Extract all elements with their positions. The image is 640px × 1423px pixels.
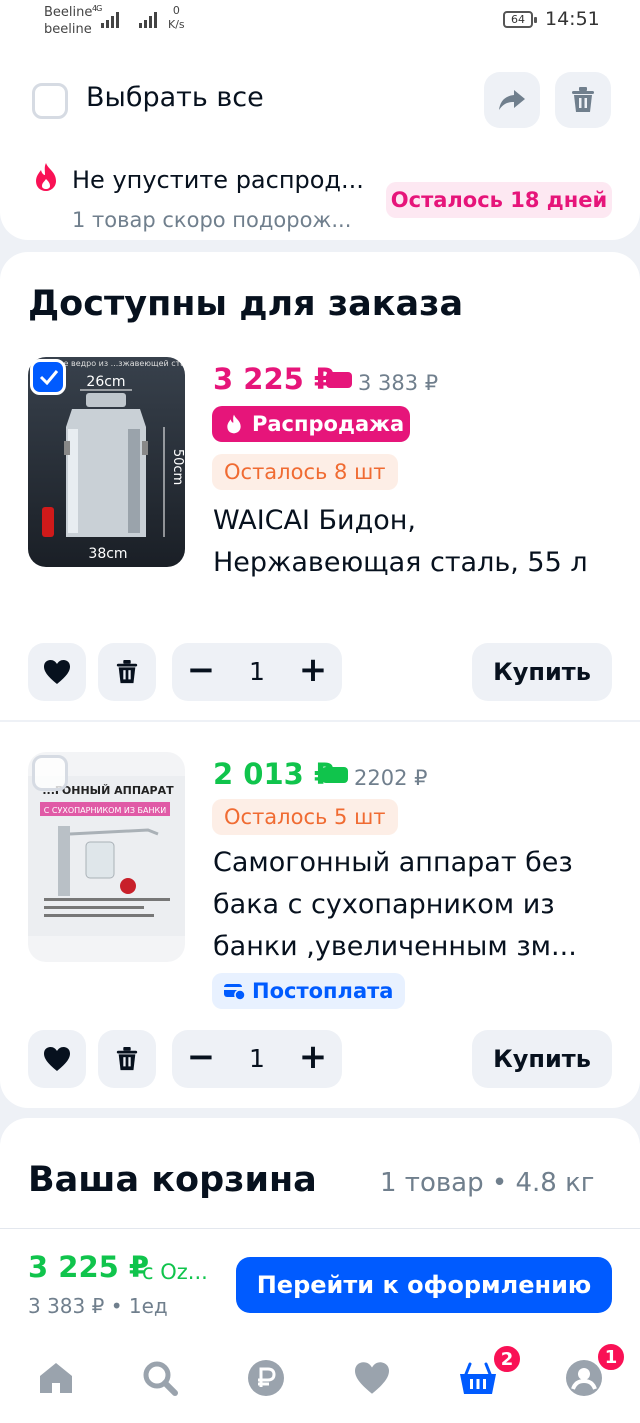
cart-title: Ваша корзина <box>28 1160 317 1200</box>
promo-title[interactable]: Не упустите распрод... <box>72 166 364 194</box>
fire-icon <box>227 414 241 434</box>
cart-icon <box>460 1362 496 1394</box>
image-base: 38cm <box>88 546 127 562</box>
ozon-card-icon <box>326 372 352 388</box>
decrease-button[interactable]: − <box>186 1030 216 1088</box>
trash-icon <box>116 660 138 684</box>
product-2-checkbox[interactable] <box>32 755 68 791</box>
increase-button[interactable]: + <box>298 643 328 701</box>
quantity-value: 1 <box>249 657 265 686</box>
bottom-nav: 2 1 <box>0 1338 640 1423</box>
signal-icon <box>101 12 119 28</box>
heart-icon <box>44 660 70 684</box>
heart-icon <box>44 1047 70 1071</box>
sale-badge: Распродажа <box>212 406 410 442</box>
share-button[interactable] <box>484 72 540 128</box>
delete-selected-button[interactable] <box>555 72 611 128</box>
carrier-2: beeline <box>44 22 92 37</box>
total-price: 3 225 ₽ <box>28 1250 150 1284</box>
stock-left-badge: Осталось 8 шт <box>212 454 398 490</box>
decrease-button[interactable]: − <box>186 643 216 701</box>
cart-count-badge: 2 <box>492 1344 522 1374</box>
total-price-note: с Oz... <box>142 1260 208 1284</box>
section-title: Доступны для заказа <box>28 284 464 324</box>
promo-days-left-badge: Осталось 18 дней <box>386 182 612 218</box>
postpay-badge-label: Постоплата <box>252 979 394 1003</box>
image-height: 50cm <box>170 449 185 485</box>
product-1-price: 3 225 ₽ <box>213 362 335 396</box>
cart-meta: 1 товар • 4.8 кг <box>380 1168 595 1198</box>
ruble-icon <box>248 1360 284 1396</box>
ozon-card-icon <box>322 767 348 783</box>
delete-button[interactable] <box>98 643 156 701</box>
sale-badge-label: Распродажа <box>252 412 405 436</box>
product-1-checkbox[interactable] <box>30 359 66 395</box>
select-all-checkbox[interactable] <box>32 83 68 119</box>
fire-icon <box>36 163 56 191</box>
carrier-names: Beeline beeline <box>44 4 92 38</box>
promo-subtitle: 1 товар скоро подорож... <box>72 208 352 232</box>
battery-icon: 64 <box>503 11 537 28</box>
product-2-old-price: 2202 ₽ <box>354 766 428 790</box>
checkout-button[interactable]: Перейти к оформлению <box>236 1257 612 1313</box>
profile-notification-badge: 1 <box>596 1342 626 1372</box>
image-subtitle: С СУХОПАРНИКОМ ИЗ БАНКИ <box>44 806 166 815</box>
image-width: 26cm <box>86 374 125 390</box>
quantity-stepper: − 1 + <box>172 643 342 701</box>
favorite-button[interactable] <box>28 643 86 701</box>
product-2-name[interactable]: Самогонный аппарат без бака с сухопарник… <box>213 842 613 968</box>
select-all-label[interactable]: Выбрать все <box>86 82 264 113</box>
trash-icon <box>572 87 594 112</box>
favorite-button[interactable] <box>28 1030 86 1088</box>
quantity-value: 1 <box>249 1044 265 1073</box>
share-icon <box>499 90 525 110</box>
wallet-clock-icon <box>224 984 246 1000</box>
quantity-stepper: − 1 + <box>172 1030 342 1088</box>
network-speed: 0 K/s <box>168 4 185 31</box>
clock: 14:51 <box>545 8 600 30</box>
home-icon <box>40 1363 72 1393</box>
heart-icon <box>355 1362 389 1394</box>
product-2-price: 2 013 ₽ <box>213 757 335 791</box>
increase-button[interactable]: + <box>298 1030 328 1088</box>
nav-finance[interactable] <box>244 1356 288 1400</box>
divider <box>0 720 640 722</box>
nav-favorites[interactable] <box>350 1356 394 1400</box>
status-bar: Beeline beeline 4G 0 K/s 64 14:51 <box>0 0 640 44</box>
buy-button[interactable]: Купить <box>472 1030 612 1088</box>
delete-button[interactable] <box>98 1030 156 1088</box>
trash-icon <box>116 1047 138 1071</box>
check-icon <box>39 370 59 385</box>
stock-left-badge: Осталось 5 шт <box>212 799 398 835</box>
total-subtotal: 3 383 ₽ • 1ед <box>28 1294 168 1318</box>
product-1-name[interactable]: WAICAI Бидон, Нержавеющая сталь, 55 л <box>213 500 613 584</box>
product-1-old-price: 3 383 ₽ <box>358 371 439 395</box>
nav-home[interactable] <box>34 1356 78 1400</box>
buy-button[interactable]: Купить <box>472 643 612 701</box>
postpay-badge: Постоплата <box>212 973 406 1009</box>
nav-search[interactable] <box>138 1356 182 1400</box>
signal-icon-2 <box>139 12 157 28</box>
search-icon <box>143 1361 178 1396</box>
carrier-1: Beeline <box>44 5 93 20</box>
